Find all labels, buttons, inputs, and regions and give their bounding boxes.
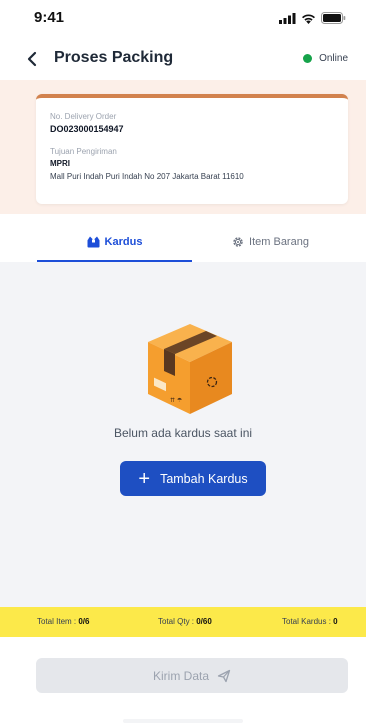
- plus-icon: +: [138, 467, 151, 490]
- chevron-left-icon: [27, 51, 37, 67]
- battery-icon: [321, 12, 346, 24]
- send-icon: [217, 669, 231, 682]
- total-item: Total Item : 0/6: [37, 617, 89, 626]
- svg-text:⇈ ☂: ⇈ ☂: [170, 397, 183, 404]
- gear-icon: [233, 237, 243, 247]
- total-qty: Total Qty : 0/60: [158, 617, 212, 626]
- delivery-order-value: DO023000154947: [50, 124, 124, 134]
- tab-kardus-label: Kardus: [104, 236, 143, 248]
- status-bar: 9:41: [0, 0, 366, 40]
- total-item-value: 0/6: [78, 617, 90, 626]
- add-kardus-button[interactable]: + Tambah Kardus: [120, 461, 266, 496]
- totals-bar: Total Item : 0/6 Total Qty : 0/60 Total …: [0, 607, 366, 637]
- status-time: 9:41: [34, 9, 65, 26]
- online-status-label: Online: [319, 53, 348, 64]
- page-title: Proses Packing: [54, 49, 174, 66]
- wifi-icon: [302, 13, 315, 24]
- tab-kardus[interactable]: Kardus: [37, 222, 192, 262]
- total-qty-value: 0/60: [196, 617, 212, 626]
- delivery-order-label: No. Delivery Order: [50, 112, 117, 121]
- online-dot-icon: [303, 54, 313, 63]
- box-icon: [87, 236, 100, 248]
- total-kardus-label: Total Kardus :: [282, 617, 334, 626]
- status-icons: [279, 12, 346, 24]
- total-qty-label: Total Qty :: [158, 617, 197, 626]
- kardus-list-area: ⇈ ☂ Belum ada kardus saat ini + Tambah K…: [0, 262, 366, 607]
- send-data-label: Kirim Data: [152, 668, 209, 683]
- home-indicator: [123, 719, 243, 723]
- total-kardus-value: 0: [333, 617, 338, 626]
- back-button[interactable]: [22, 49, 42, 69]
- tab-item-barang-label: Item Barang: [249, 236, 309, 248]
- cardboard-box-illustration: ⇈ ☂: [148, 324, 232, 414]
- add-kardus-label: Tambah Kardus: [160, 471, 248, 486]
- signal-icon: [279, 12, 296, 24]
- total-kardus: Total Kardus : 0: [282, 617, 338, 626]
- header: Proses Packing Online: [0, 40, 366, 78]
- send-data-button[interactable]: Kirim Data: [36, 658, 348, 693]
- tab-item-barang[interactable]: Item Barang: [192, 222, 349, 262]
- order-info-section: No. Delivery Order DO023000154947 Tujuan…: [0, 80, 366, 214]
- destination-code: MPRI: [50, 159, 70, 168]
- destination-address: Mall Puri Indah Puri Indah No 207 Jakart…: [50, 172, 244, 181]
- destination-label: Tujuan Pengiriman: [50, 147, 117, 156]
- empty-state-message: Belum ada kardus saat ini: [113, 426, 253, 440]
- online-status: Online: [303, 53, 348, 64]
- tab-bar: Kardus Item Barang: [0, 222, 366, 262]
- order-card: No. Delivery Order DO023000154947 Tujuan…: [36, 94, 348, 204]
- total-item-label: Total Item :: [37, 617, 79, 626]
